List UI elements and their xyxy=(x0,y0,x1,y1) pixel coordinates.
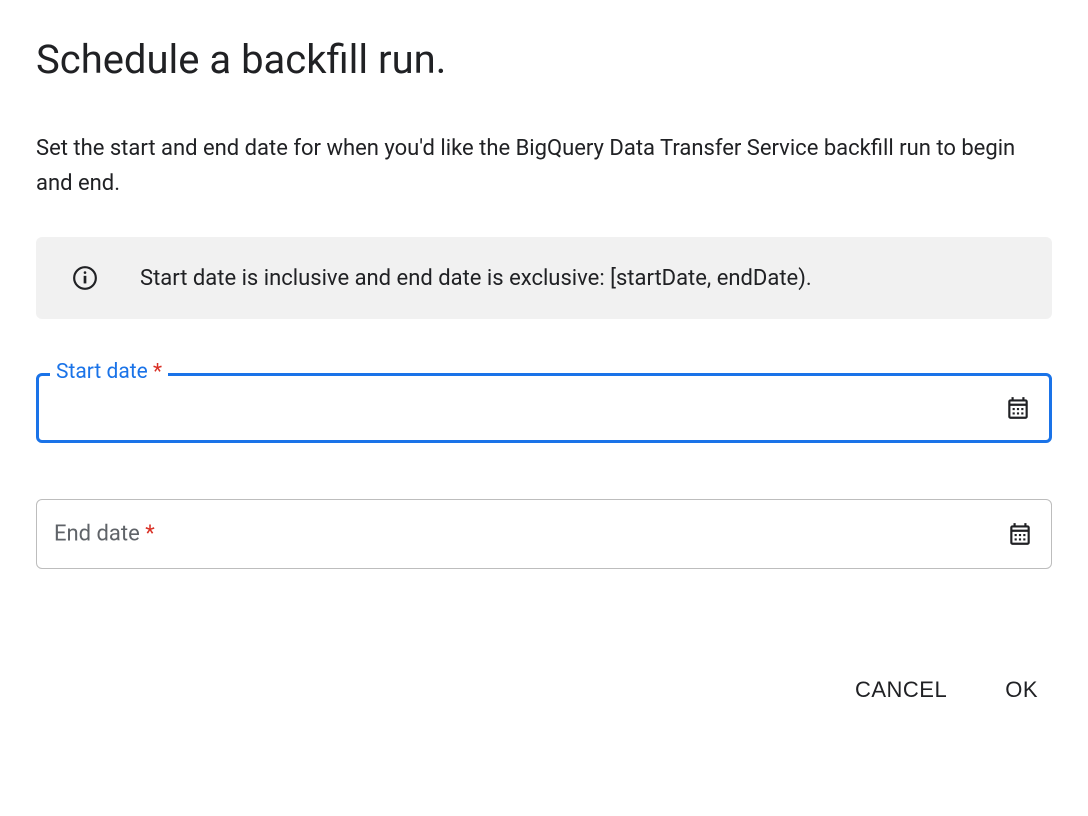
dialog-actions: CANCEL OK xyxy=(36,669,1052,711)
ok-button[interactable]: OK xyxy=(1001,669,1042,711)
end-date-label: End date * xyxy=(54,522,155,547)
end-date-field[interactable]: End date * xyxy=(36,499,1052,569)
calendar-icon[interactable] xyxy=(1005,395,1031,421)
cancel-button[interactable]: CANCEL xyxy=(851,669,951,711)
info-box: Start date is inclusive and end date is … xyxy=(36,237,1052,319)
dialog-description: Set the start and end date for when you'… xyxy=(36,131,1052,201)
calendar-icon[interactable] xyxy=(1007,521,1033,547)
required-asterisk: * xyxy=(153,360,162,384)
start-date-field[interactable]: Start date * xyxy=(36,373,1052,443)
dialog-title: Schedule a backfill run. xyxy=(36,36,1052,83)
info-icon xyxy=(72,265,98,291)
start-date-input[interactable] xyxy=(59,397,1005,420)
required-asterisk: * xyxy=(145,522,154,547)
info-text: Start date is inclusive and end date is … xyxy=(140,266,812,291)
end-date-input[interactable] xyxy=(57,523,1007,546)
start-date-label: Start date * xyxy=(50,360,168,384)
